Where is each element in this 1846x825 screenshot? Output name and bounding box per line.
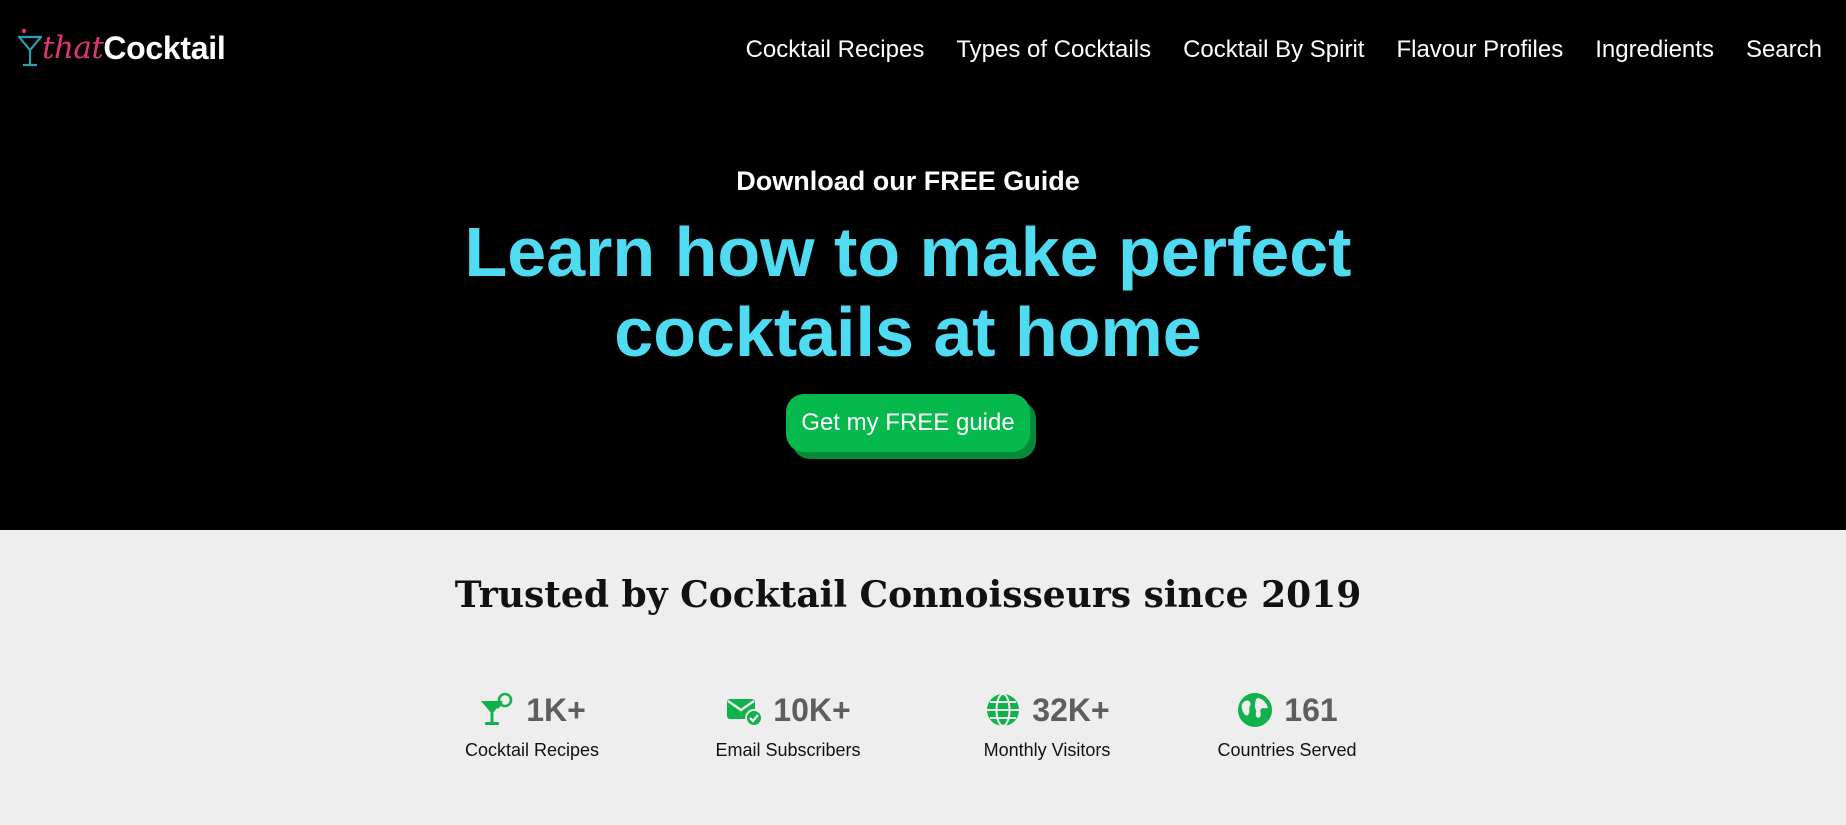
trust-title: Trusted by Cocktail Connoisseurs since 2… [454,574,1362,616]
stat-label: Monthly Visitors [983,740,1111,760]
hero-title-line-1: Learn how to make perfect [464,213,1352,291]
stat-monthly-visitors: 32K+ Monthly Visitors [947,688,1147,761]
martini-glass-logo-icon [18,28,42,67]
main-nav: Cocktail Recipes Types of Cocktails Cock… [746,36,1822,64]
stat-cocktail-recipes: 1K+ Cocktail Recipes [432,688,632,761]
nav-ingredients[interactable]: Ingredients [1595,36,1714,64]
stat-value: 32K+ [1032,691,1110,728]
page: that Cocktail Cocktail Recipes Types of … [0,0,1846,825]
stat-label: Email Subscribers [715,740,861,760]
logo-text-that: that [42,30,104,66]
nav-cocktail-by-spirit[interactable]: Cocktail By Spirit [1183,36,1364,64]
hero-section: Download our FREE Guide Learn how to mak… [0,104,1846,530]
stat-label: Cocktail Recipes [464,740,600,760]
site-logo[interactable]: that Cocktail [18,26,226,70]
logo-text-cocktail: Cocktail [103,29,226,66]
hero-kicker: Download our FREE Guide [736,166,1080,196]
nav-cocktail-recipes[interactable]: Cocktail Recipes [746,36,925,64]
email-check-icon [727,699,764,727]
globe-icon [987,693,1020,727]
stat-value: 10K+ [773,691,851,728]
cta-wrapper: Get my FREE guide [786,394,1036,460]
hero-title: Learn how to make perfect cocktails at h… [0,212,1816,372]
hero-title-line-2: cocktails at home [614,293,1202,371]
get-free-guide-button[interactable]: Get my FREE guide [786,394,1030,452]
stat-value: 1K+ [526,691,586,728]
cocktail-glass-icon [481,692,513,725]
stat-countries-served: 161 Countries Served [1187,688,1387,761]
nav-flavour-profiles[interactable]: Flavour Profiles [1396,36,1563,64]
stat-top: 32K+ [947,688,1147,732]
stat-top: 10K+ [688,688,888,732]
trust-section: Trusted by Cocktail Connoisseurs since 2… [0,530,1846,825]
stat-value: 161 [1284,691,1338,728]
nav-search[interactable]: Search [1746,36,1822,64]
earth-icon [1238,693,1273,727]
nav-types-of-cocktails[interactable]: Types of Cocktails [956,36,1151,64]
stat-label: Countries Served [1217,740,1357,760]
stat-top: 1K+ [432,688,632,732]
stat-top: 161 [1187,688,1387,732]
stat-email-subscribers: 10K+ Email Subscribers [688,688,888,761]
site-header: that Cocktail Cocktail Recipes Types of … [0,0,1846,104]
